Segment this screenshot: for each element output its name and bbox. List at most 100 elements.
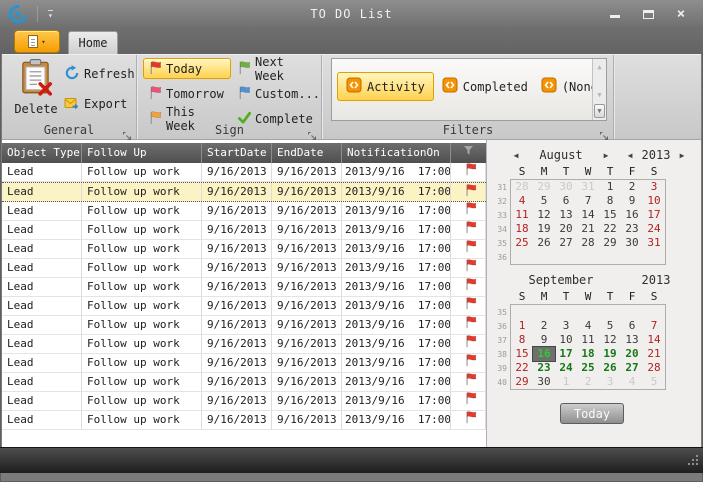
year-next-button[interactable]: ▶: [675, 151, 689, 160]
scroll-up-icon[interactable]: ▲: [597, 62, 601, 72]
day-cell[interactable]: 22: [511, 361, 533, 375]
year-prev-button[interactable]: ◀: [623, 151, 637, 160]
dialog-launcher-icon[interactable]: [307, 126, 317, 136]
day-cell[interactable]: 25: [577, 361, 599, 375]
day-cell[interactable]: 2: [577, 375, 599, 389]
day-cell[interactable]: 25: [511, 236, 533, 250]
day-cell[interactable]: 22: [599, 222, 621, 236]
table-row[interactable]: LeadFollow up work9/16/20139/16/20132013…: [2, 392, 486, 411]
day-cell[interactable]: 19: [533, 222, 555, 236]
day-cell[interactable]: 14: [643, 333, 665, 347]
day-cell[interactable]: 30: [621, 236, 643, 250]
day-cell[interactable]: 29: [533, 180, 555, 194]
scroll-down-icon[interactable]: ▼: [597, 90, 601, 100]
day-cell[interactable]: 14: [577, 208, 599, 222]
table-row[interactable]: LeadFollow up work9/16/20139/16/20132013…: [2, 182, 486, 202]
sign-button-tomorrow[interactable]: Tomorrow: [143, 83, 231, 104]
day-cell[interactable]: 12: [533, 208, 555, 222]
day-cell[interactable]: 28: [577, 236, 599, 250]
day-cell[interactable]: 2: [621, 180, 643, 194]
filter-item-completed[interactable]: Completed: [437, 74, 533, 99]
day-cell[interactable]: 1: [555, 375, 577, 389]
dialog-launcher-icon[interactable]: [122, 126, 132, 136]
day-cell[interactable]: 26: [533, 236, 555, 250]
header-cell-object-type[interactable]: Object Type: [2, 143, 82, 163]
month-next-button[interactable]: ▶: [599, 151, 613, 160]
close-button[interactable]: ×: [669, 6, 693, 22]
day-cell[interactable]: 17: [643, 208, 665, 222]
day-cell[interactable]: 11: [511, 208, 533, 222]
day-cell[interactable]: 30: [533, 375, 555, 389]
today-button[interactable]: Today: [560, 403, 624, 424]
day-cell[interactable]: 18: [577, 347, 599, 361]
day-cell[interactable]: 13: [555, 208, 577, 222]
table-row[interactable]: LeadFollow up work9/16/20139/16/20132013…: [2, 316, 486, 335]
day-cell[interactable]: 10: [555, 333, 577, 347]
day-cell[interactable]: 12: [599, 333, 621, 347]
day-cell[interactable]: 5: [643, 375, 665, 389]
day-cell[interactable]: 21: [577, 222, 599, 236]
sign-button-today[interactable]: Today: [143, 58, 231, 79]
day-cell[interactable]: 29: [511, 375, 533, 389]
header-cell-enddate[interactable]: EndDate: [272, 143, 342, 163]
day-cell[interactable]: 26: [599, 361, 621, 375]
day-cell[interactable]: 15: [599, 208, 621, 222]
day-cell[interactable]: 5: [599, 319, 621, 333]
day-cell[interactable]: 4: [621, 375, 643, 389]
day-cell[interactable]: 1: [599, 180, 621, 194]
refresh-button[interactable]: Refresh: [64, 64, 135, 84]
day-cell[interactable]: 18: [511, 222, 533, 236]
minimize-button[interactable]: [603, 6, 627, 22]
day-cell[interactable]: 9: [621, 194, 643, 208]
day-cell[interactable]: 30: [555, 180, 577, 194]
maximize-button[interactable]: [636, 6, 660, 22]
header-cell-startdate[interactable]: StartDate: [202, 143, 272, 163]
table-row[interactable]: LeadFollow up work9/16/20139/16/20132013…: [2, 411, 486, 430]
filters-scrollbar[interactable]: ▲ ▼ ▼: [592, 59, 606, 120]
table-row[interactable]: LeadFollow up work9/16/20139/16/20132013…: [2, 163, 486, 182]
table-row[interactable]: LeadFollow up work9/16/20139/16/20132013…: [2, 221, 486, 240]
resize-grip[interactable]: [687, 452, 700, 471]
day-cell[interactable]: 15: [511, 347, 533, 361]
day-cell[interactable]: 31: [577, 180, 599, 194]
header-cell-notificationon[interactable]: NotificationOn: [342, 143, 451, 163]
delete-button[interactable]: Delete: [10, 58, 62, 121]
day-cell[interactable]: 7: [643, 319, 665, 333]
day-cell[interactable]: 10: [643, 194, 665, 208]
day-cell[interactable]: 23: [533, 361, 555, 375]
day-cell[interactable]: 24: [643, 222, 665, 236]
day-cell[interactable]: 29: [599, 236, 621, 250]
application-menu-button[interactable]: ▾: [14, 30, 60, 53]
day-cell[interactable]: 8: [511, 333, 533, 347]
sign-button-custom[interactable]: Custom...: [232, 83, 320, 104]
day-cell[interactable]: 28: [511, 180, 533, 194]
day-cell[interactable]: 8: [599, 194, 621, 208]
day-cell[interactable]: 13: [621, 333, 643, 347]
day-cell[interactable]: 28: [643, 361, 665, 375]
day-cell[interactable]: 3: [555, 319, 577, 333]
day-cell[interactable]: 27: [621, 361, 643, 375]
day-cell[interactable]: 4: [511, 194, 533, 208]
day-cell[interactable]: 17: [555, 347, 577, 361]
month-prev-button[interactable]: ◀: [509, 151, 523, 160]
day-cell[interactable]: 20: [621, 347, 643, 361]
day-cell[interactable]: 23: [621, 222, 643, 236]
day-cell[interactable]: 1: [511, 319, 533, 333]
day-cell[interactable]: 31: [643, 236, 665, 250]
day-cell[interactable]: 11: [577, 333, 599, 347]
day-cell[interactable]: 7: [577, 194, 599, 208]
day-cell[interactable]: 16: [621, 208, 643, 222]
day-cell[interactable]: 19: [599, 347, 621, 361]
export-button[interactable]: Export: [64, 94, 127, 114]
day-cell[interactable]: 6: [621, 319, 643, 333]
day-cell[interactable]: 24: [555, 361, 577, 375]
day-cell[interactable]: 3: [599, 375, 621, 389]
day-cell[interactable]: 6: [555, 194, 577, 208]
table-row[interactable]: LeadFollow up work9/16/20139/16/20132013…: [2, 202, 486, 221]
day-cell-today[interactable]: 16: [533, 347, 555, 361]
table-row[interactable]: LeadFollow up work9/16/20139/16/20132013…: [2, 354, 486, 373]
filter-item-activity[interactable]: Activity: [337, 72, 434, 101]
day-cell[interactable]: 4: [577, 319, 599, 333]
table-row[interactable]: LeadFollow up work9/16/20139/16/20132013…: [2, 297, 486, 316]
day-cell[interactable]: 20: [555, 222, 577, 236]
